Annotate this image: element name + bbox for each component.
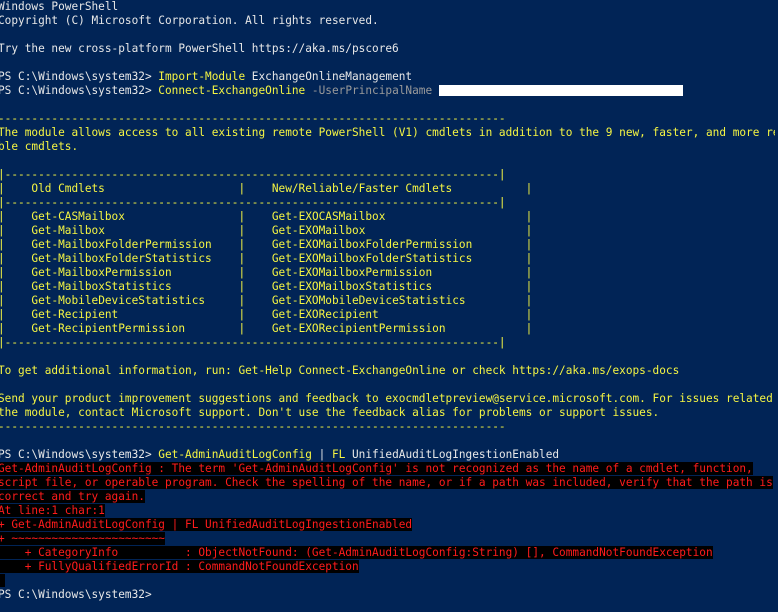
table-row: | Get-Mailbox | Get-EXOMailbox | (0, 224, 533, 237)
error-text: script file, or operable program. Check … (0, 476, 773, 489)
error-line (0, 574, 5, 588)
table-row: | Get-RecipientPermission | Get-EXORecip… (0, 322, 533, 335)
table-row: | Get-MailboxStatistics | Get-EXOMailbox… (0, 280, 533, 293)
banner-text-line: ble cmdlets. (0, 140, 79, 153)
command-line-connect: PS C:\Windows\system32> Connect-Exchange… (0, 84, 683, 98)
error-line: + ~~~~~~~~~~~~~~~~~~~~~~~ (0, 532, 165, 546)
old-cmdlet-cell: Get-MailboxStatistics (31, 280, 172, 293)
new-cmdlet-cell: Get-EXOMobileDeviceStatistics (271, 294, 466, 307)
copyright-line: Copyright (C) Microsoft Corporation. All… (0, 14, 379, 27)
old-cmdlet-cell: Get-MailboxFolderPermission (31, 238, 212, 251)
help-line: To get additional information, run: Get-… (0, 364, 680, 377)
table-border: |---------------------------------------… (0, 196, 506, 209)
new-cmdlet-cell: Get-EXORecipient (271, 308, 379, 321)
table-row: | Get-MailboxPermission | Get-EXOMailbox… (0, 266, 533, 279)
error-line: Get-AdminAuditLogConfig : The term 'Get-… (0, 462, 753, 476)
prompt: PS C:\Windows\system32> (0, 70, 159, 83)
new-cmdlet-cell: Get-EXOCASMailbox (271, 210, 386, 223)
feedback-line: Send your product improvement suggestion… (0, 392, 778, 405)
old-cmdlet-cell: Get-Recipient (31, 308, 119, 321)
cmdlet-argument: UnifiedAuditLogIngestionEnabled (345, 448, 560, 461)
new-cmdlet-cell: Get-EXOMailboxPermission (271, 266, 433, 279)
banner-rule-bottom: ----------------------------------------… (0, 420, 506, 433)
error-text: + Get-AdminAuditLogConfig | FL UnifiedAu… (0, 518, 413, 531)
new-cmdlet-cell: Get-EXOMailboxStatistics (271, 280, 433, 293)
table-header-row: | Old Cmdlets | New/Reliable/Faster Cmdl… (0, 182, 533, 195)
new-cmdlet-cell: Get-EXORecipientPermission (271, 322, 446, 335)
prompt: PS C:\Windows\system32> (0, 84, 159, 97)
cmdlet-name: FL (331, 448, 346, 461)
new-cmdlet-cell: Get-EXOMailboxFolderPermission (271, 238, 473, 251)
error-text (0, 574, 5, 587)
error-text: correct and try again. (0, 490, 145, 503)
banner-rule-top: ----------------------------------------… (0, 112, 506, 125)
error-text: At line:1 char:1 (0, 504, 105, 517)
console-title-line: Windows PowerShell (0, 0, 119, 13)
feedback-line: the module, contact Microsoft support. D… (0, 406, 660, 419)
new-cmdlet-cell: Get-EXOMailbox (271, 224, 366, 237)
redacted-upn-block (438, 84, 683, 96)
cmdlet-argument: ExchangeOnlineManagement (245, 70, 413, 83)
old-cmdlet-cell: Get-MailboxPermission (31, 266, 172, 279)
cmdlet-name: Get-AdminAuditLogConfig (158, 448, 312, 461)
old-cmdlet-cell: Get-RecipientPermission (31, 322, 186, 335)
old-cmdlet-cell: Get-MobileDeviceStatistics (31, 294, 206, 307)
error-text: + FullyQualifiedErrorId : CommandNotFoun… (0, 560, 359, 573)
prompt: PS C:\Windows\system32> (0, 588, 159, 601)
old-cmdlet-cell: Get-MailboxFolderStatistics (31, 252, 212, 265)
new-cmdlet-cell: Get-EXOMailboxFolderStatistics (271, 252, 473, 265)
pipe-operator: | (311, 448, 332, 461)
table-row: | Get-MobileDeviceStatistics | Get-EXOMo… (0, 294, 533, 307)
error-text: + CategoryInfo : ObjectNotFound: (Get-Ad… (0, 546, 713, 559)
error-line: + CategoryInfo : ObjectNotFound: (Get-Ad… (0, 546, 713, 560)
error-line: + Get-AdminAuditLogConfig | FL UnifiedAu… (0, 518, 413, 532)
cmdlet-name: Connect-ExchangeOnline (158, 84, 306, 97)
table-row: | Get-Recipient | Get-EXORecipient | (0, 308, 533, 321)
pscore-tip-line: Try the new cross-platform PowerShell ht… (0, 42, 399, 55)
command-line-current[interactable]: PS C:\Windows\system32> (0, 588, 158, 602)
error-text: + ~~~~~~~~~~~~~~~~~~~~~~~ (0, 532, 165, 545)
table-row: | Get-CASMailbox | Get-EXOCASMailbox | (0, 210, 533, 223)
table-border: |---------------------------------------… (0, 168, 506, 181)
old-cmdlet-cell: Get-Mailbox (31, 224, 105, 237)
command-line-import: PS C:\Windows\system32> Import-Module Ex… (0, 70, 412, 84)
error-line: + FullyQualifiedErrorId : CommandNotFoun… (0, 560, 359, 574)
old-cmdlet-cell: Get-CASMailbox (31, 210, 125, 223)
powershell-console[interactable]: Windows PowerShell Copyright (C) Microso… (0, 0, 778, 612)
error-line: At line:1 char:1 (0, 504, 105, 518)
table-row: | Get-MailboxFolderStatistics | Get-EXOM… (0, 252, 533, 265)
banner-text-line: The module allows access to all existing… (0, 126, 778, 139)
prompt: PS C:\Windows\system32> (0, 448, 159, 461)
table-row: | Get-MailboxFolderPermission | Get-EXOM… (0, 238, 533, 251)
error-line: script file, or operable program. Check … (0, 476, 773, 490)
parameter-name: -UserPrincipalName (305, 84, 439, 97)
error-text: Get-AdminAuditLogConfig : The term 'Get-… (0, 462, 753, 475)
cmdlet-name: Import-Module (158, 70, 246, 83)
error-line: correct and try again. (0, 490, 145, 504)
command-line-audit: PS C:\Windows\system32> Get-AdminAuditLo… (0, 448, 559, 462)
table-border: |---------------------------------------… (0, 336, 506, 349)
